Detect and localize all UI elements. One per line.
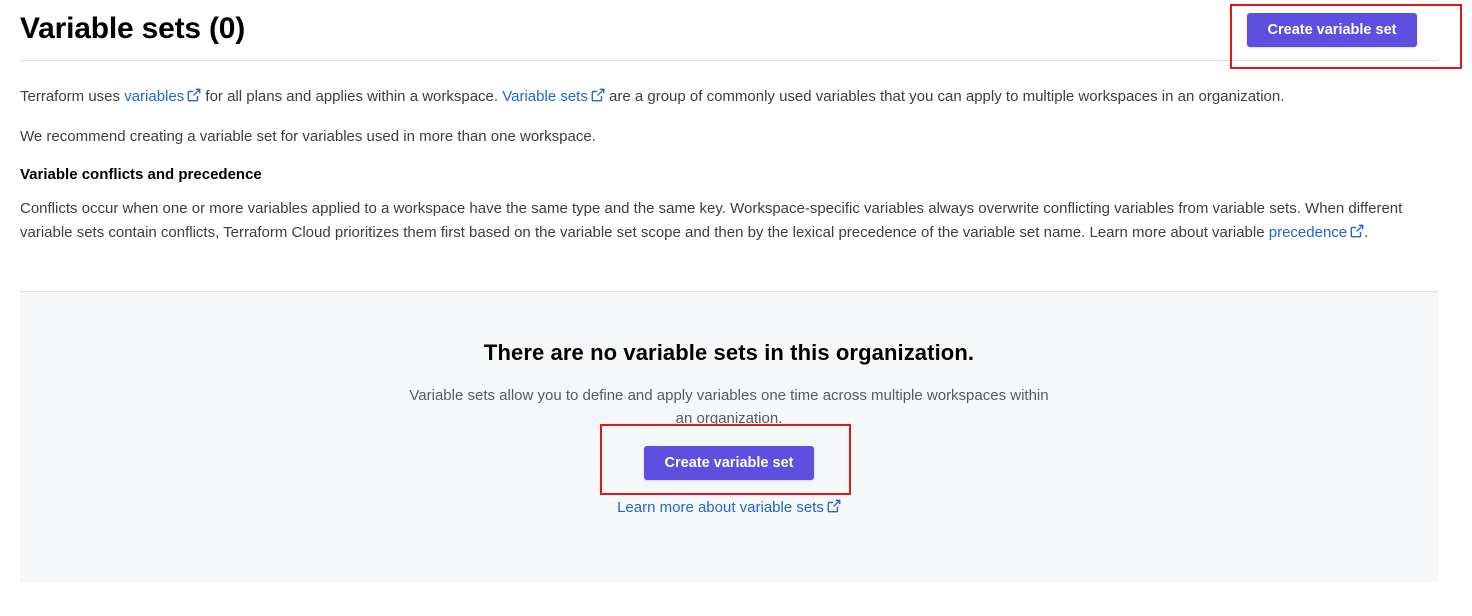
external-link-icon — [1350, 224, 1364, 238]
empty-state-title: There are no variable sets in this organ… — [483, 340, 975, 365]
highlight-box-header-button — [1230, 4, 1462, 69]
learn-more-link-label: Learn more about variable sets — [617, 499, 824, 516]
intro-text-1: Terraform uses — [20, 88, 125, 105]
intro-text-2: for all plans and applies within a works… — [201, 88, 503, 105]
conflicts-paragraph: Conflicts occur when one or more variabl… — [20, 197, 1420, 245]
external-link-icon — [591, 88, 605, 102]
external-link-icon — [827, 499, 841, 513]
recommendation-paragraph: We recommend creating a variable set for… — [20, 128, 596, 145]
page-title: Variable sets (0) — [20, 12, 246, 45]
variables-link-label: variables — [124, 88, 185, 105]
conflicts-heading: Variable conflicts and precedence — [20, 166, 262, 183]
external-link-icon — [187, 88, 201, 102]
intro-text-3: are a group of commonly used variables t… — [604, 88, 1285, 105]
conflicts-text: Conflicts occur when one or more variabl… — [20, 200, 1403, 241]
variables-link[interactable]: variables — [124, 88, 201, 105]
variable-sets-link[interactable]: Variable sets — [502, 88, 605, 105]
conflicts-text-end: . — [1364, 224, 1369, 241]
precedence-link[interactable]: precedence — [1269, 224, 1364, 241]
precedence-link-label: precedence — [1268, 224, 1348, 241]
variable-sets-link-label: Variable sets — [502, 88, 588, 105]
highlight-box-empty-state-button — [600, 424, 851, 495]
intro-paragraph: Terraform uses variables for all plans a… — [20, 85, 1284, 109]
page-header: Variable sets (0) — [20, 0, 1438, 61]
learn-more-variable-sets-link[interactable]: Learn more about variable sets — [617, 499, 841, 516]
learn-more-container: Learn more about variable sets — [20, 499, 1438, 516]
